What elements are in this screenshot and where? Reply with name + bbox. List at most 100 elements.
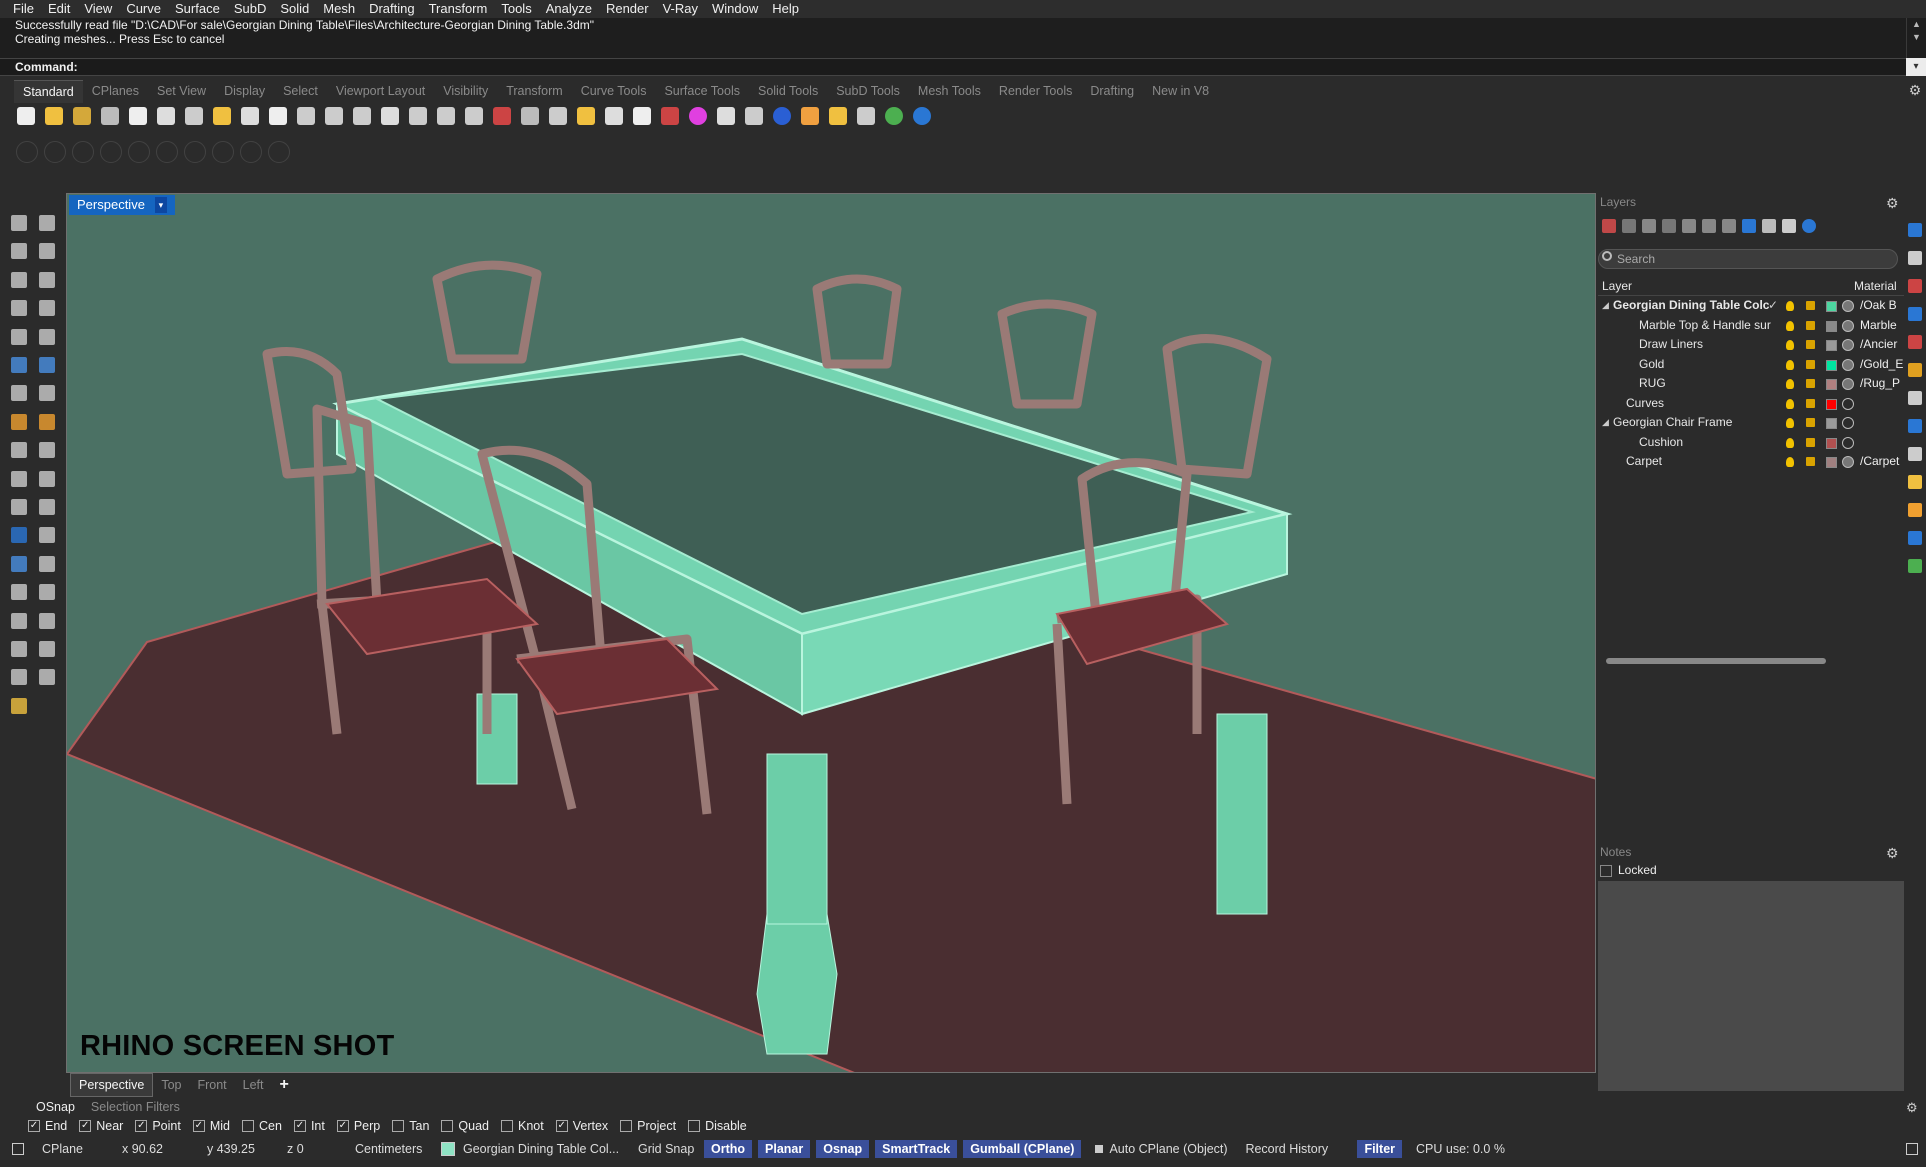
command-dropdown-button[interactable]: ▾ <box>1906 58 1926 76</box>
tab-visibility[interactable]: Visibility <box>434 80 497 102</box>
perspective-viewport[interactable] <box>66 193 1596 1073</box>
osnap-tan[interactable]: Tan <box>392 1119 429 1133</box>
layer-row[interactable]: Cushion <box>1598 433 1904 453</box>
checkbox-icon[interactable]: ✓ <box>28 1120 40 1132</box>
menu-item-mesh[interactable]: Mesh <box>316 0 362 18</box>
lightbulb-icon[interactable] <box>1786 418 1794 428</box>
object-properties-icon[interactable] <box>630 104 654 128</box>
osnap-vertex[interactable]: ✓ Vertex <box>555 1119 608 1133</box>
layer-row[interactable]: RUG/Rug_P <box>1598 374 1904 394</box>
tool-icon[interactable] <box>8 269 30 291</box>
material-icon[interactable] <box>1842 397 1854 410</box>
new-layer-icon[interactable] <box>1602 219 1616 233</box>
panel-tab-icon[interactable] <box>1908 447 1922 461</box>
menu-item-tools[interactable]: Tools <box>494 0 538 18</box>
tab-set-view[interactable]: Set View <box>148 80 215 102</box>
tool-icon[interactable] <box>8 354 30 376</box>
panel-tab-icon[interactable] <box>1908 279 1922 293</box>
tool-icon[interactable] <box>36 297 58 319</box>
tab-new-in-v8[interactable]: New in V8 <box>1143 80 1218 102</box>
menu-item-curve[interactable]: Curve <box>119 0 168 18</box>
tool-icon[interactable] <box>36 581 58 603</box>
lock-icon[interactable] <box>602 104 626 128</box>
viewport-title[interactable]: Perspective ▾ <box>69 195 175 215</box>
lock-icon[interactable] <box>1806 320 1815 330</box>
paste-icon[interactable] <box>210 104 234 128</box>
material-icon[interactable] <box>658 104 682 128</box>
new-sublayer-icon[interactable] <box>1622 219 1636 233</box>
tab-render-tools[interactable]: Render Tools <box>990 80 1081 102</box>
menu-item-analyze[interactable]: Analyze <box>539 0 599 18</box>
material-icon[interactable] <box>1842 300 1854 312</box>
lock-icon[interactable] <box>1806 379 1815 388</box>
osnap-end[interactable]: ✓ End <box>28 1119 67 1133</box>
panel-tab-icon[interactable] <box>1908 363 1922 377</box>
gumball-toggle[interactable]: Gumball (CPlane) <box>963 1140 1082 1158</box>
tab-selection-filters[interactable]: Selection Filters <box>83 1100 188 1114</box>
checkbox-icon[interactable] <box>620 1120 633 1132</box>
tool-icon[interactable] <box>8 326 30 348</box>
tool-icon[interactable] <box>8 553 30 575</box>
tab-viewport-layout[interactable]: Viewport Layout <box>327 80 434 102</box>
viewport-tab-top[interactable]: Top <box>153 1074 189 1096</box>
tab-mesh-tools[interactable]: Mesh Tools <box>909 80 990 102</box>
move-down-icon[interactable] <box>1702 219 1716 233</box>
import-icon[interactable] <box>126 104 150 128</box>
command-prompt[interactable]: Command: <box>0 58 1906 76</box>
tool-icon[interactable] <box>36 411 58 433</box>
zoom-icon[interactable] <box>322 104 346 128</box>
menu-item-subd[interactable]: SubD <box>227 0 274 18</box>
lightbulb-icon[interactable] <box>1786 398 1794 409</box>
globe-icon[interactable] <box>882 104 906 128</box>
tab-osnap[interactable]: OSnap <box>28 1100 83 1114</box>
menu-item-edit[interactable]: Edit <box>41 0 77 18</box>
viewport-tab-perspective[interactable]: Perspective <box>70 1073 154 1097</box>
panel-tab-icon[interactable] <box>1908 475 1922 489</box>
tab-transform[interactable]: Transform <box>497 80 572 102</box>
named-views-icon[interactable] <box>518 104 542 128</box>
layers-horizontal-scrollbar[interactable] <box>1606 658 1826 664</box>
rendered-viewport-icon[interactable] <box>742 104 766 128</box>
lock-icon[interactable] <box>1806 418 1815 427</box>
menu-item-v-ray[interactable]: V-Ray <box>656 0 705 18</box>
notes-textarea[interactable] <box>1598 881 1904 1091</box>
move-icon[interactable] <box>294 104 318 128</box>
panel-tab-icon[interactable] <box>1908 419 1922 433</box>
checkbox-icon[interactable] <box>501 1120 513 1132</box>
lightbulb-icon[interactable] <box>1786 457 1794 467</box>
record-history-toggle[interactable]: Record History <box>1245 1142 1357 1156</box>
menu-item-help[interactable]: Help <box>765 0 806 18</box>
tool-icon[interactable] <box>8 468 30 490</box>
current-layer[interactable]: Georgian Dining Table Col... <box>463 1142 638 1156</box>
zoom-window-icon[interactable] <box>350 104 374 128</box>
lightbulb-icon[interactable] <box>1786 437 1794 448</box>
lock-icon[interactable] <box>1806 340 1815 349</box>
add-viewport-tab-button[interactable]: + <box>272 1074 297 1096</box>
lightbulb-icon[interactable] <box>1786 301 1794 311</box>
lightbulb-icon[interactable] <box>1786 340 1794 350</box>
cut-icon[interactable] <box>154 104 178 128</box>
panel-tab-icon[interactable] <box>1908 223 1922 237</box>
menu-icon[interactable] <box>1782 219 1796 233</box>
gear-icon[interactable]: ⚙ <box>1886 195 1899 212</box>
material-icon[interactable] <box>1842 378 1854 390</box>
lightbulb-icon[interactable] <box>1786 379 1794 389</box>
panel-tab-icon[interactable] <box>1908 335 1922 349</box>
layer-row[interactable]: ◢ Georgian Dining Table Colc ✓ /Oak B <box>1598 296 1904 316</box>
checkbox-icon[interactable]: ✓ <box>135 1120 148 1132</box>
tool-icon[interactable] <box>8 297 30 319</box>
units-label[interactable]: Centimeters <box>355 1142 441 1156</box>
layer-color-swatch[interactable] <box>1826 340 1837 351</box>
square-icon[interactable] <box>1906 1143 1918 1155</box>
osnap-project[interactable]: Project <box>620 1119 676 1133</box>
checkbox-icon[interactable] <box>441 1120 454 1132</box>
save-icon[interactable] <box>70 104 94 128</box>
tool-icon[interactable] <box>36 439 58 461</box>
tool-icon[interactable] <box>36 610 58 632</box>
viewport-layout-icon[interactable] <box>462 104 486 128</box>
tab-cplanes[interactable]: CPlanes <box>83 80 148 102</box>
osnap-toggle[interactable]: Osnap <box>816 1140 870 1158</box>
tab-display[interactable]: Display <box>215 80 274 102</box>
panel-tab-icon[interactable] <box>1908 307 1922 321</box>
layer-color-swatch[interactable] <box>1826 437 1837 449</box>
